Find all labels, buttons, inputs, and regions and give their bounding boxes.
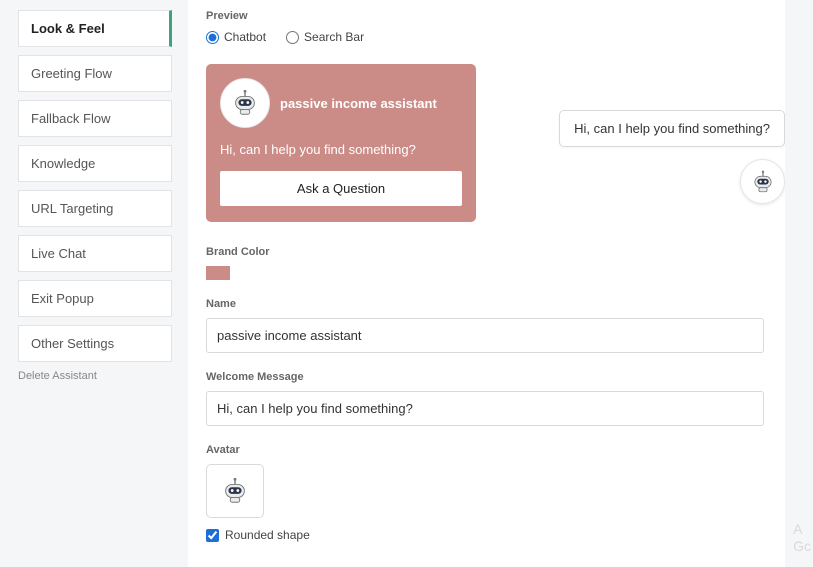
avatar-label: Avatar [206, 444, 795, 456]
radio-chatbot[interactable]: Chatbot [206, 30, 266, 44]
main-panel: Preview Chatbot Search Bar [188, 0, 813, 567]
brand-color-swatch[interactable] [206, 266, 230, 280]
edge-partial-text: A Gc [793, 521, 811, 555]
robot-icon [220, 476, 250, 506]
sidebar-item-label: Fallback Flow [31, 111, 110, 126]
radio-chatbot-label: Chatbot [224, 30, 266, 44]
sidebar-item-label: Other Settings [31, 336, 114, 351]
robot-icon [750, 169, 776, 195]
sidebar-item-knowledge[interactable]: Knowledge [18, 145, 172, 182]
chatbot-preview-card: passive income assistant Hi, can I help … [206, 64, 476, 222]
sidebar-item-other-settings[interactable]: Other Settings [18, 325, 172, 362]
preview-row: passive income assistant Hi, can I help … [206, 64, 795, 222]
sidebar-item-exit-popup[interactable]: Exit Popup [18, 280, 172, 317]
sidebar-item-label: Look & Feel [31, 21, 105, 36]
radio-searchbar-label: Search Bar [304, 30, 364, 44]
chatbot-avatar [220, 78, 270, 128]
brand-color-label: Brand Color [206, 246, 795, 258]
radio-searchbar[interactable]: Search Bar [286, 30, 364, 44]
chatbot-welcome-message: Hi, can I help you find something? [220, 142, 462, 157]
sidebar-item-url-targeting[interactable]: URL Targeting [18, 190, 172, 227]
bubble-preview: Hi, can I help you find something? [516, 64, 795, 204]
sidebar-item-look-and-feel[interactable]: Look & Feel [18, 10, 172, 47]
sidebar: Look & Feel Greeting Flow Fallback Flow … [0, 0, 188, 567]
rounded-shape-label: Rounded shape [225, 528, 310, 542]
radio-chatbot-input[interactable] [206, 31, 219, 44]
name-input[interactable] [206, 318, 764, 353]
robot-icon [230, 88, 260, 118]
rounded-shape-checkbox[interactable]: Rounded shape [206, 528, 795, 542]
preview-label: Preview [206, 10, 795, 22]
sidebar-item-label: Live Chat [31, 246, 86, 261]
sidebar-item-fallback-flow[interactable]: Fallback Flow [18, 100, 172, 137]
delete-assistant-link[interactable]: Delete Assistant [18, 370, 172, 382]
welcome-message-input[interactable] [206, 391, 764, 426]
speech-bubble: Hi, can I help you find something? [559, 110, 785, 147]
sidebar-item-label: URL Targeting [31, 201, 113, 216]
bubble-avatar[interactable] [740, 159, 785, 204]
sidebar-item-live-chat[interactable]: Live Chat [18, 235, 172, 272]
radio-searchbar-input[interactable] [286, 31, 299, 44]
sidebar-item-greeting-flow[interactable]: Greeting Flow [18, 55, 172, 92]
rounded-shape-input[interactable] [206, 529, 219, 542]
welcome-label: Welcome Message [206, 371, 795, 383]
sidebar-item-label: Knowledge [31, 156, 95, 171]
sidebar-item-label: Greeting Flow [31, 66, 112, 81]
avatar-picker[interactable] [206, 464, 264, 518]
right-edge-strip: A Gc [785, 0, 813, 567]
chatbot-title: passive income assistant [280, 96, 437, 111]
sidebar-item-label: Exit Popup [31, 291, 94, 306]
ask-question-button[interactable]: Ask a Question [220, 171, 462, 206]
name-label: Name [206, 298, 795, 310]
preview-mode-radios: Chatbot Search Bar [206, 30, 795, 44]
